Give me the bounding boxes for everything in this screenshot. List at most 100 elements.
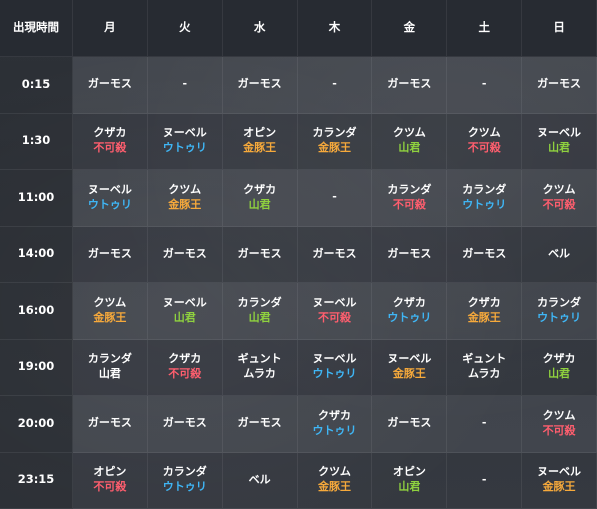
boss-name: クザカ bbox=[168, 352, 202, 366]
boss-name: - bbox=[481, 416, 487, 430]
slot-cell-sat: クツム 不可殺 bbox=[447, 113, 523, 170]
slot-cell-mon: クツム 金豚王 bbox=[73, 283, 148, 340]
boss-subname: 不可殺 bbox=[317, 310, 351, 324]
boss-name: クツム bbox=[542, 182, 576, 196]
boss-name: クツム bbox=[318, 465, 351, 479]
slot-cell-wed: クザカ 山君 bbox=[222, 170, 298, 227]
slot-cell-wed: ベル bbox=[222, 452, 298, 509]
boss-name: ガーモス bbox=[387, 77, 432, 91]
boss-name: クツム bbox=[542, 408, 576, 422]
boss-subname: 金豚王 bbox=[467, 310, 501, 324]
boss-name: クザカ bbox=[317, 408, 351, 422]
slot-cell-fri: クザカ ウトゥリ bbox=[372, 283, 448, 340]
slot-cell-fri: クツム 山君 bbox=[372, 113, 448, 170]
boss-name: オピン bbox=[243, 126, 277, 140]
boss-name: クツム bbox=[467, 126, 501, 140]
boss-name: - bbox=[182, 77, 188, 91]
boss-subname: 山君 bbox=[173, 310, 196, 324]
boss-name: クツム bbox=[392, 126, 426, 140]
slot-cell-sun: ヌーベル 金豚王 bbox=[522, 452, 597, 509]
boss-name: ギュント bbox=[462, 352, 507, 366]
boss-name: ガーモス bbox=[237, 246, 282, 260]
boss-name: - bbox=[332, 77, 337, 91]
boss-subname: 山君 bbox=[398, 480, 421, 494]
slot-cell-sat: ガーモス bbox=[447, 226, 523, 283]
boss-name: ヌーベル bbox=[312, 295, 357, 309]
slot-cell-sun: クツム 不可殺 bbox=[522, 396, 597, 453]
header-day-wed: 水 bbox=[222, 0, 298, 57]
time-label: 11:00 bbox=[0, 170, 73, 227]
slot-cell-thu: クツム 金豚王 bbox=[297, 452, 373, 509]
slot-cell-mon: ガーモス bbox=[73, 396, 148, 453]
slot-cell-mon: クザカ 不可殺 bbox=[73, 113, 148, 170]
slot-cell-sat: クザカ 金豚王 bbox=[447, 283, 523, 340]
slot-cell-sun: クザカ 山君 bbox=[522, 339, 597, 396]
boss-name: ベル bbox=[248, 472, 271, 486]
boss-subname: 山君 bbox=[248, 310, 271, 324]
boss-subname: 不可殺 bbox=[93, 480, 127, 494]
slot-cell-thu: カランダ 金豚王 bbox=[297, 113, 373, 170]
boss-name: ヌーベル bbox=[537, 126, 582, 140]
boss-subname: 不可殺 bbox=[542, 197, 576, 211]
boss-name: クザカ bbox=[93, 126, 127, 140]
boss-subname: 不可殺 bbox=[542, 423, 576, 437]
boss-name: ガーモス bbox=[387, 416, 432, 430]
boss-subname: 不可殺 bbox=[392, 197, 426, 211]
time-label: 1:30 bbox=[0, 113, 73, 170]
boss-name: カランダ bbox=[312, 126, 357, 140]
boss-name: クザカ bbox=[467, 295, 501, 309]
slot-cell-sun: カランダ ウトゥリ bbox=[522, 283, 597, 340]
slot-cell-thu: - bbox=[297, 57, 373, 114]
boss-name: ガーモス bbox=[87, 416, 132, 430]
slot-cell-fri: ヌーベル 金豚王 bbox=[372, 339, 448, 396]
boss-subname: 金豚王 bbox=[317, 141, 351, 155]
slot-cell-fri: ガーモス bbox=[372, 226, 448, 283]
boss-name: カランダ bbox=[387, 182, 432, 196]
slot-cell-mon: カランダ 山君 bbox=[73, 339, 148, 396]
boss-subname: 金豚王 bbox=[392, 367, 426, 381]
slot-cell-mon: オピン 不可殺 bbox=[73, 452, 148, 509]
slot-cell-sun: クツム 不可殺 bbox=[522, 170, 597, 227]
boss-subname: ウトゥリ bbox=[312, 423, 357, 437]
slot-cell-thu: ヌーベル ウトゥリ bbox=[297, 339, 373, 396]
slot-cell-tue: カランダ ウトゥリ bbox=[147, 452, 223, 509]
boss-subname: ムラカ bbox=[467, 367, 501, 381]
header-day-tue: 火 bbox=[147, 0, 223, 57]
boss-subname: ウトゥリ bbox=[387, 310, 432, 324]
boss-subname: 不可殺 bbox=[93, 141, 127, 155]
boss-subname: ウトゥリ bbox=[537, 310, 582, 324]
slot-cell-tue: ヌーベル 山君 bbox=[147, 283, 223, 340]
boss-subname: ウトゥリ bbox=[87, 197, 132, 211]
slot-cell-thu: クザカ ウトゥリ bbox=[297, 396, 373, 453]
slot-cell-tue: ヌーベル ウトゥリ bbox=[147, 113, 223, 170]
time-label: 14:00 bbox=[0, 226, 73, 283]
boss-name: ガーモス bbox=[162, 246, 207, 260]
slot-cell-tue: ガーモス bbox=[147, 396, 223, 453]
boss-subname: 山君 bbox=[398, 141, 421, 155]
time-label: 19:00 bbox=[0, 339, 73, 396]
slot-cell-wed: オピン 金豚王 bbox=[222, 113, 298, 170]
boss-name: オピン bbox=[93, 465, 127, 479]
header-corner: 出現時間 bbox=[0, 0, 73, 57]
boss-subname: ウトゥリ bbox=[162, 141, 207, 155]
boss-name: カランダ bbox=[162, 465, 207, 479]
slot-cell-thu: ヌーベル 不可殺 bbox=[297, 283, 373, 340]
boss-name: ヌーベル bbox=[87, 182, 132, 196]
slot-cell-sun: ベル bbox=[522, 226, 597, 283]
boss-schedule-table: 出現時間 月 火 水 木 金 土 日 0:15 ガーモス - ガーモス - ガーモス - ガー… bbox=[0, 0, 597, 509]
boss-name: ガーモス bbox=[162, 416, 207, 430]
slot-cell-wed: ギュント ムラカ bbox=[222, 339, 298, 396]
slot-cell-fri: ガーモス bbox=[372, 396, 448, 453]
boss-name: ヌーベル bbox=[537, 465, 582, 479]
header-day-mon: 月 bbox=[73, 0, 148, 57]
boss-name: ガーモス bbox=[462, 246, 507, 260]
slot-cell-mon: ガーモス bbox=[73, 57, 148, 114]
slot-cell-sat: - bbox=[447, 452, 523, 509]
boss-subname: 金豚王 bbox=[93, 310, 127, 324]
boss-name: - bbox=[332, 190, 337, 204]
time-label: 0:15 bbox=[0, 57, 73, 114]
slot-cell-sat: - bbox=[447, 57, 523, 114]
slot-cell-wed: カランダ 山君 bbox=[222, 283, 298, 340]
boss-name: クツム bbox=[168, 182, 202, 196]
boss-name: クザカ bbox=[542, 352, 576, 366]
